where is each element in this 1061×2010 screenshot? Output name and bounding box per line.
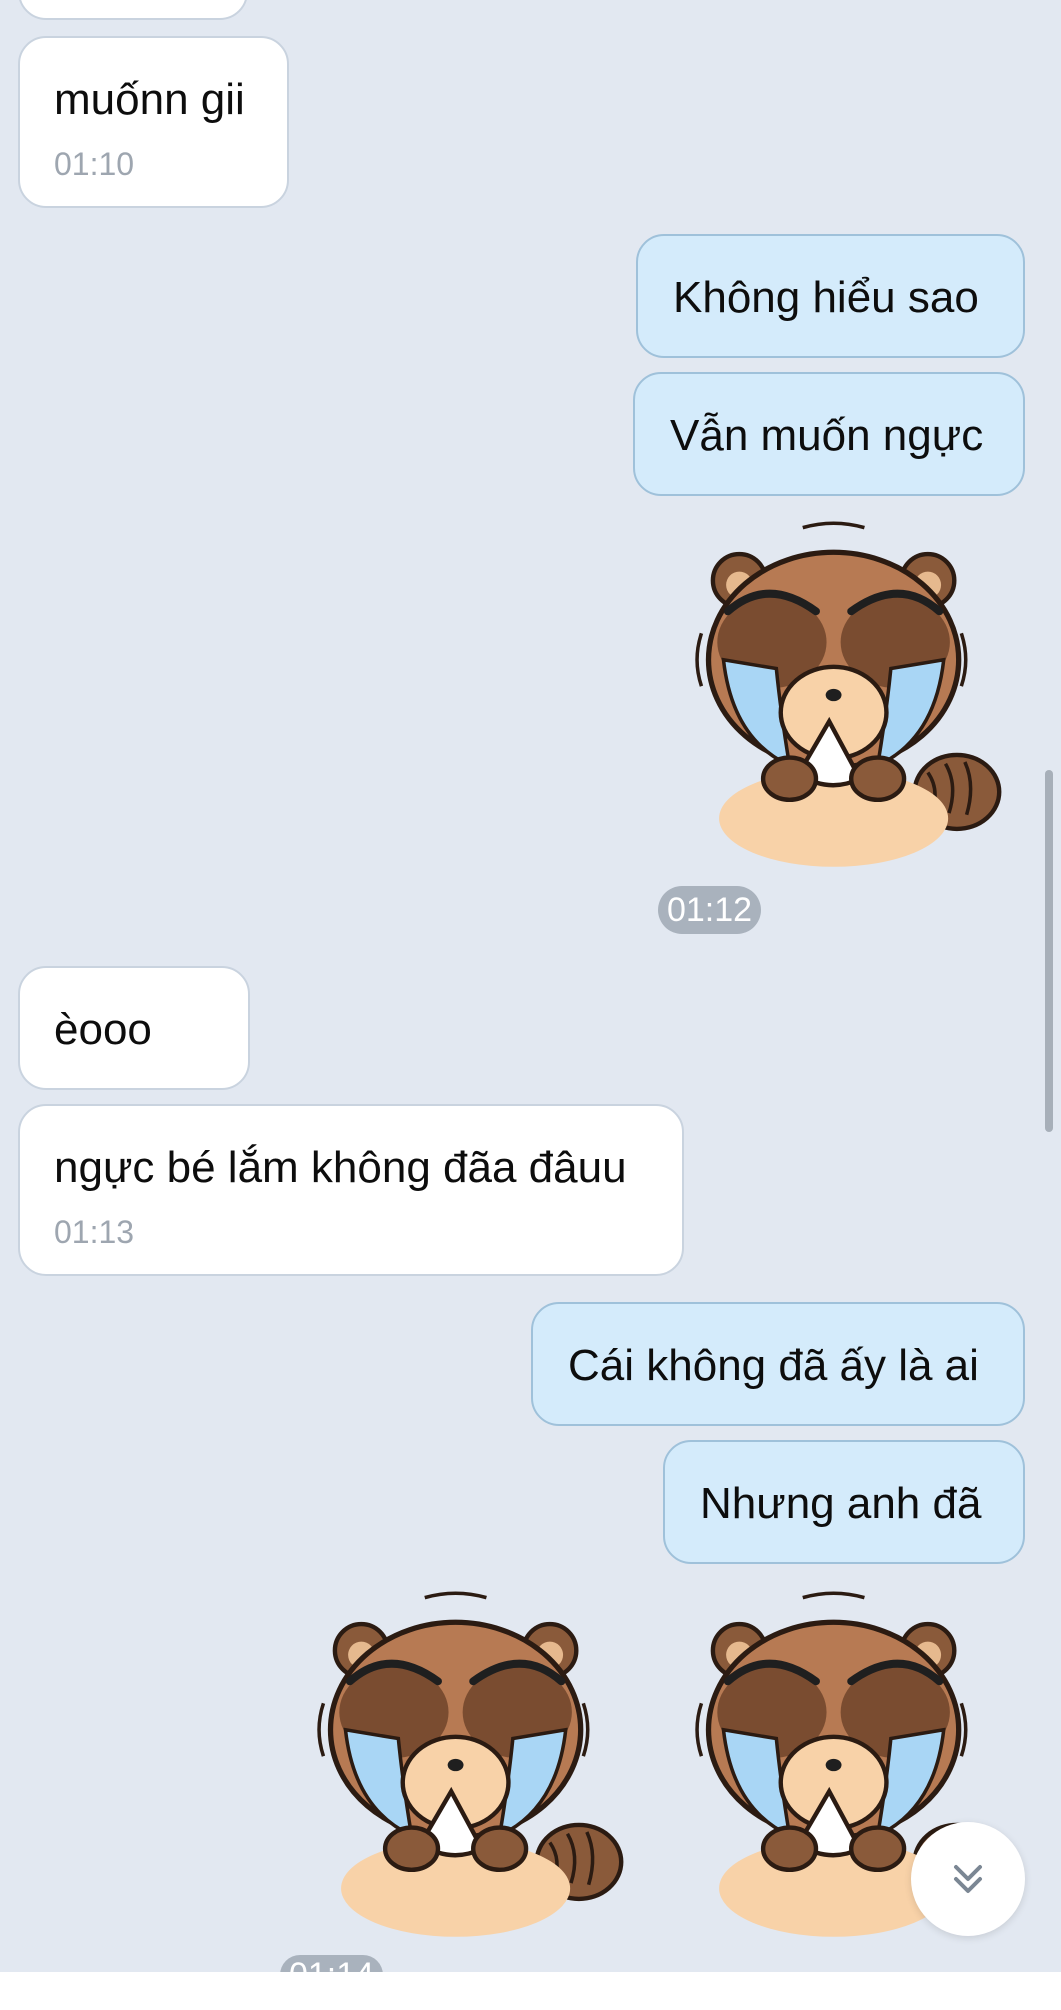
- message-bubble-outgoing[interactable]: Không hiểu sao: [636, 234, 1025, 358]
- message-bubble-incoming-partial[interactable]: [18, 0, 248, 20]
- message-bubble-incoming[interactable]: ngực bé lắm không đãa đâuu 01:13: [18, 1104, 684, 1276]
- message-time: 01:10: [54, 146, 135, 182]
- sticker-time-pill: 01:12: [658, 886, 761, 934]
- message-bubble-incoming[interactable]: muốnn gii 01:10: [18, 36, 289, 208]
- scroll-to-bottom-button[interactable]: [911, 1822, 1025, 1936]
- double-chevron-down-icon: [954, 1865, 982, 1893]
- crying-raccoon-sticker[interactable]: [668, 510, 1008, 880]
- message-time: 01:13: [54, 1214, 135, 1250]
- message-bubble-outgoing[interactable]: Nhưng anh đã: [663, 1440, 1025, 1564]
- message-text: Không hiểu sao: [673, 273, 979, 322]
- message-text: Vẫn muốn ngực: [670, 411, 984, 460]
- message-text: muốnn gii: [54, 75, 245, 124]
- crying-raccoon-sticker[interactable]: [290, 1580, 630, 1950]
- message-text: Cái không đã ấy là ai: [568, 1341, 979, 1390]
- message-text: ngực bé lắm không đãa đâuu: [54, 1143, 627, 1192]
- scrollbar[interactable]: [1045, 770, 1053, 1132]
- message-bubble-outgoing[interactable]: Cái không đã ấy là ai: [531, 1302, 1025, 1426]
- sticker-time: 01:12: [666, 890, 753, 929]
- message-bubble-outgoing[interactable]: Vẫn muốn ngực: [633, 372, 1025, 496]
- message-text: èooo: [54, 1005, 152, 1054]
- message-bubble-incoming[interactable]: èooo: [18, 966, 250, 1090]
- message-text: Nhưng anh đã: [700, 1479, 982, 1528]
- bottom-bar: [0, 1972, 1061, 2010]
